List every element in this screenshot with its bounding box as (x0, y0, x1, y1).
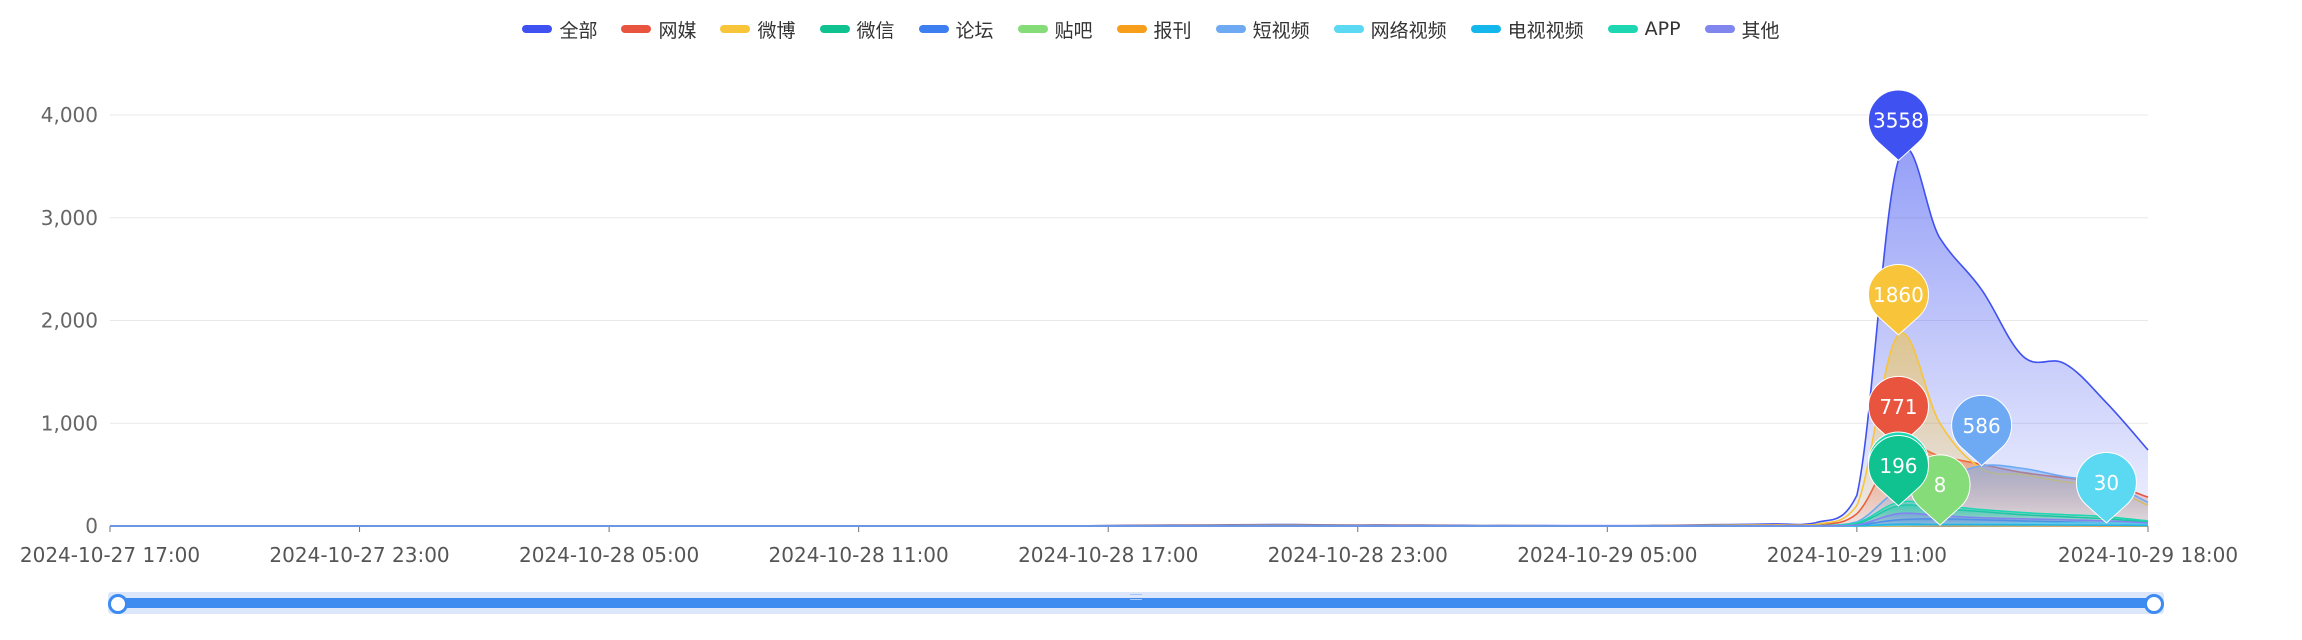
y-tick-label: 3,000 (41, 206, 98, 230)
y-tick-label: 1,000 (41, 411, 98, 435)
y-axis-ticks: 4,000 3,000 2,000 1,000 0 (41, 103, 98, 538)
x-tick-label: 2024-10-29 05:00 (1517, 543, 1697, 567)
data-zoom-slider[interactable] (108, 592, 2164, 614)
marker-label: 196 (1879, 454, 1917, 478)
series-line (110, 332, 2149, 527)
x-tick-label: 2024-10-28 23:00 (1268, 543, 1448, 567)
series-area-fill (110, 333, 2148, 526)
series-area-fill (110, 443, 2148, 526)
x-tick-label: 2024-10-27 23:00 (269, 543, 449, 567)
x-axis-ticks: 2024-10-27 17:00 2024-10-27 23:00 2024-10-… (20, 526, 2238, 567)
grid-lines (110, 114, 2148, 527)
y-tick-label: 2,000 (41, 309, 98, 333)
series-areas (110, 147, 2149, 527)
y-tick-label: 4,000 (41, 103, 98, 127)
marker-label: 30 (2094, 471, 2119, 495)
x-tick-label: 2024-10-27 17:00 (20, 543, 200, 567)
marker-label: 771 (1879, 395, 1917, 419)
zoom-end-handle[interactable] (2144, 594, 2164, 614)
marker-label: 8 (1934, 473, 1947, 497)
x-tick-label: 2024-10-28 05:00 (519, 543, 699, 567)
x-tick-label: 2024-10-29 11:00 (1767, 543, 1947, 567)
chart-plot: 4,0003,0002,0001,0000 2024-10-27 17:00 20… (20, 89, 2238, 567)
series-line (110, 147, 2149, 527)
series-line (110, 442, 2149, 527)
marker-label: 1860 (1873, 283, 1924, 307)
peak-marker: 3558 (1868, 89, 1929, 162)
marker-label: 586 (1963, 414, 2001, 438)
zoom-grip-icon[interactable] (1130, 594, 1142, 600)
x-tick-label: 2024-10-28 11:00 (769, 543, 949, 567)
x-tick-label: 2024-10-28 17:00 (1018, 543, 1198, 567)
zoom-start-handle[interactable] (108, 594, 128, 614)
y-tick-label: 0 (85, 514, 98, 538)
marker-label: 3558 (1873, 108, 1924, 132)
x-tick-label: 2024-10-29 18:00 (2058, 543, 2238, 567)
series-area-fill (110, 148, 2148, 526)
